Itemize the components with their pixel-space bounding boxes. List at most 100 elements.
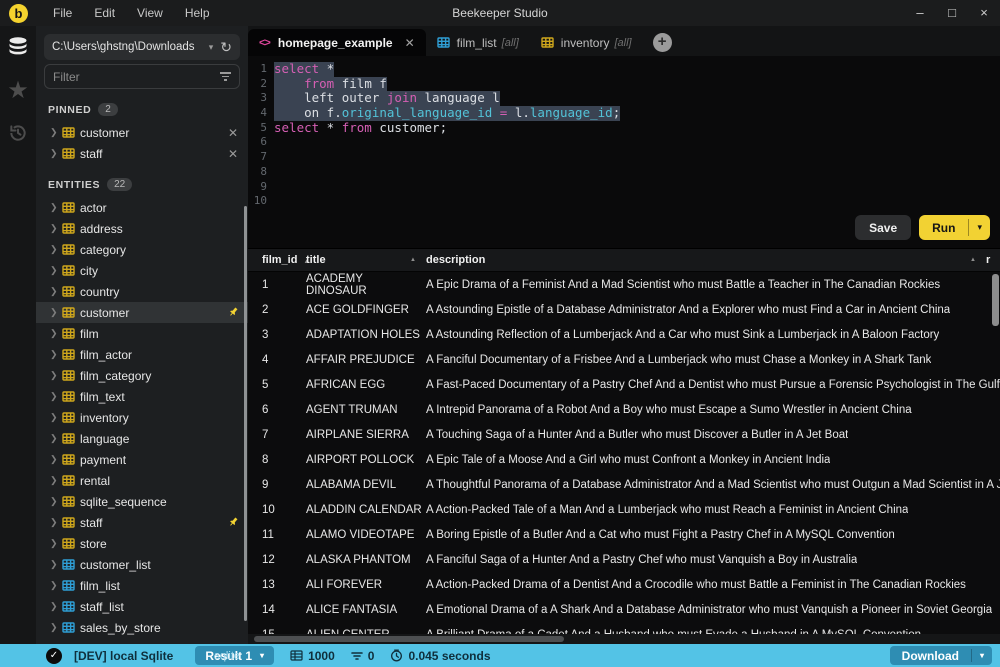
- entity-item-language[interactable]: ❯language: [36, 428, 248, 449]
- entity-item-address[interactable]: ❯address: [36, 218, 248, 239]
- cell-film-id[interactable]: 12: [248, 554, 306, 566]
- unpin-close-icon[interactable]: ✕: [228, 147, 238, 161]
- chevron-right-icon[interactable]: ❯: [50, 286, 62, 297]
- entity-item-store[interactable]: ❯store: [36, 533, 248, 554]
- code-line-2[interactable]: 2 from film f: [248, 77, 1000, 92]
- run-dropdown-caret-icon[interactable]: ▾: [969, 215, 990, 240]
- cell-title[interactable]: AGENT TRUMAN: [306, 404, 426, 416]
- chevron-right-icon[interactable]: ❯: [50, 202, 62, 213]
- cell-film-id[interactable]: 4: [248, 354, 306, 366]
- results-horizontal-scrollbar-thumb[interactable]: [254, 636, 564, 642]
- entity-item-rental[interactable]: ❯rental: [36, 470, 248, 491]
- chevron-right-icon[interactable]: ❯: [50, 391, 62, 402]
- chevron-right-icon[interactable]: ❯: [50, 223, 62, 234]
- code-line-7[interactable]: 7: [248, 150, 1000, 165]
- entity-item-category[interactable]: ❯category: [36, 239, 248, 260]
- cell-description[interactable]: A Emotional Drama of a A Shark And a Dat…: [426, 604, 1000, 616]
- history-icon[interactable]: [5, 120, 31, 146]
- entity-item-film_text[interactable]: ❯film_text: [36, 386, 248, 407]
- tab-homepage_example[interactable]: <>homepage_example✕: [248, 29, 426, 56]
- cell-title[interactable]: AIRPLANE SIERRA: [306, 429, 426, 441]
- sql-editor[interactable]: 1select *2 from film f3 left outer join …: [248, 56, 1000, 248]
- entity-filter-input[interactable]: Filter: [44, 64, 240, 89]
- table-row[interactable]: 10ALADDIN CALENDARA Action-Packed Tale o…: [248, 497, 1000, 522]
- pinned-section-header[interactable]: PINNED 2: [36, 89, 248, 122]
- chevron-right-icon[interactable]: ❯: [50, 265, 62, 276]
- connection-dropdown[interactable]: C:\Users\ghstng\Downloads ▾ ↻: [44, 34, 240, 60]
- tab-inventory[interactable]: inventory[all]: [530, 29, 643, 56]
- code-line-9[interactable]: 9: [248, 180, 1000, 195]
- cell-description[interactable]: A Fanciful Documentary of a Frisbee And …: [426, 354, 1000, 366]
- table-row[interactable]: 11ALAMO VIDEOTAPEA Boring Epistle of a B…: [248, 522, 1000, 547]
- pinned-item-customer[interactable]: ❯customer✕: [36, 122, 248, 143]
- cell-description[interactable]: A Boring Epistle of a Butler And a Cat w…: [426, 529, 1000, 541]
- cell-description[interactable]: A Touching Saga of a Hunter And a Butler…: [426, 429, 1000, 441]
- cell-title[interactable]: AIRPORT POLLOCK: [306, 454, 426, 466]
- chevron-right-icon[interactable]: ❯: [50, 370, 62, 381]
- entity-item-film_category[interactable]: ❯film_category: [36, 365, 248, 386]
- download-button[interactable]: Download ▾: [890, 646, 992, 665]
- cell-film-id[interactable]: 2: [248, 304, 306, 316]
- cell-title[interactable]: ACADEMY DINOSAUR: [306, 273, 426, 297]
- entity-item-actor[interactable]: ❯actor: [36, 197, 248, 218]
- tab-film_list[interactable]: film_list[all]: [426, 29, 530, 56]
- code-line-5[interactable]: 5select * from customer;: [248, 121, 1000, 136]
- cell-film-id[interactable]: 7: [248, 429, 306, 441]
- code-line-8[interactable]: 8: [248, 165, 1000, 180]
- cell-film-id[interactable]: 13: [248, 579, 306, 591]
- cell-description[interactable]: A Thoughtful Panorama of a Database Admi…: [426, 479, 1000, 491]
- cell-title[interactable]: ADAPTATION HOLES: [306, 329, 426, 341]
- table-row[interactable]: 5AFRICAN EGGA Fast-Paced Documentary of …: [248, 372, 1000, 397]
- database-icon[interactable]: [5, 34, 31, 60]
- save-button[interactable]: Save: [855, 215, 911, 240]
- table-row[interactable]: 13ALI FOREVERA Action-Packed Drama of a …: [248, 572, 1000, 597]
- code-line-10[interactable]: 10: [248, 194, 1000, 209]
- cell-description[interactable]: A Epic Drama of a Feminist And a Mad Sci…: [426, 279, 1000, 291]
- entity-item-film_actor[interactable]: ❯film_actor: [36, 344, 248, 365]
- entity-item-sqlite_sequence[interactable]: ❯sqlite_sequence: [36, 491, 248, 512]
- chevron-right-icon[interactable]: ❯: [50, 496, 62, 507]
- cell-title[interactable]: ALABAMA DEVIL: [306, 479, 426, 491]
- code-line-1[interactable]: 1select *: [248, 62, 1000, 77]
- cell-description[interactable]: A Astounding Reflection of a Lumberjack …: [426, 329, 1000, 341]
- chevron-right-icon[interactable]: ❯: [50, 349, 62, 360]
- entity-item-city[interactable]: ❯city: [36, 260, 248, 281]
- table-row[interactable]: 2ACE GOLDFINGERA Astounding Epistle of a…: [248, 297, 1000, 322]
- maximize-button[interactable]: □: [936, 0, 968, 26]
- chevron-right-icon[interactable]: ❯: [50, 622, 62, 633]
- cell-title[interactable]: AFRICAN EGG: [306, 379, 426, 391]
- cell-title[interactable]: ALADDIN CALENDAR: [306, 504, 426, 516]
- pinned-item-staff[interactable]: ❯staff✕: [36, 143, 248, 164]
- cell-film-id[interactable]: 14: [248, 604, 306, 616]
- table-row[interactable]: 14ALICE FANTASIAA Emotional Drama of a A…: [248, 597, 1000, 622]
- table-row[interactable]: 8AIRPORT POLLOCKA Epic Tale of a Moose A…: [248, 447, 1000, 472]
- unpin-close-icon[interactable]: ✕: [228, 126, 238, 140]
- chevron-right-icon[interactable]: ❯: [50, 580, 62, 591]
- entity-item-staff[interactable]: ❯staff: [36, 512, 248, 533]
- cell-description[interactable]: A Action-Packed Tale of a Man And a Lumb…: [426, 504, 1000, 516]
- cell-title[interactable]: ALAMO VIDEOTAPE: [306, 529, 426, 541]
- column-header-film-id[interactable]: film_id▲: [248, 254, 306, 266]
- cell-film-id[interactable]: 6: [248, 404, 306, 416]
- cell-title[interactable]: ALASKA PHANTOM: [306, 554, 426, 566]
- entity-item-customer_list[interactable]: ❯customer_list: [36, 554, 248, 575]
- refresh-icon[interactable]: ↻: [220, 39, 232, 56]
- sidebar-scrollbar[interactable]: [244, 206, 247, 621]
- entity-item-film[interactable]: ❯film: [36, 323, 248, 344]
- column-header-description[interactable]: description▲: [426, 254, 986, 266]
- entity-item-payment[interactable]: ❯payment: [36, 449, 248, 470]
- cell-film-id[interactable]: 8: [248, 454, 306, 466]
- table-row[interactable]: 9ALABAMA DEVILA Thoughtful Panorama of a…: [248, 472, 1000, 497]
- cell-film-id[interactable]: 10: [248, 504, 306, 516]
- entity-item-inventory[interactable]: ❯inventory: [36, 407, 248, 428]
- chevron-right-icon[interactable]: ❯: [50, 148, 62, 159]
- chevron-right-icon[interactable]: ❯: [50, 244, 62, 255]
- entity-item-staff_list[interactable]: ❯staff_list: [36, 596, 248, 617]
- cell-description[interactable]: A Action-Packed Drama of a Dentist And a…: [426, 579, 1000, 591]
- code-line-6[interactable]: 6: [248, 135, 1000, 150]
- cell-description[interactable]: A Intrepid Panorama of a Robot And a Boy…: [426, 404, 1000, 416]
- chevron-right-icon[interactable]: ❯: [50, 454, 62, 465]
- cell-description[interactable]: A Fanciful Saga of a Hunter And a Pastry…: [426, 554, 1000, 566]
- favorites-star-icon[interactable]: ★: [5, 77, 31, 103]
- cell-film-id[interactable]: 5: [248, 379, 306, 391]
